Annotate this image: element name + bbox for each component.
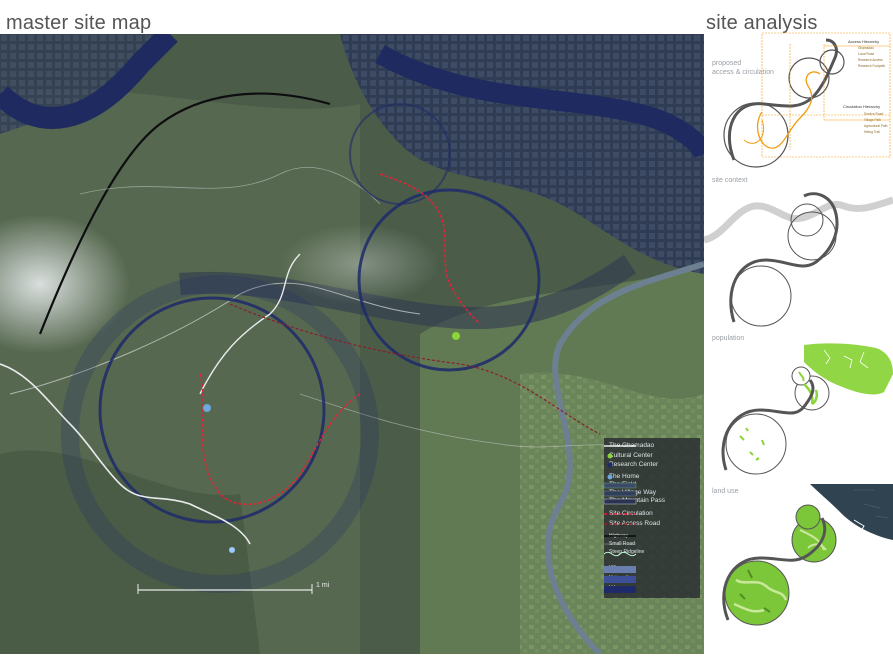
village-swatch-icon bbox=[604, 566, 636, 573]
navy-dot-icon bbox=[607, 462, 613, 468]
land-use-diagram bbox=[722, 484, 893, 626]
map-legend: The Ghamadao Cultural Center Research Ce… bbox=[604, 438, 700, 598]
field-marker bbox=[229, 547, 235, 553]
green-dot-icon bbox=[607, 453, 613, 459]
aerial-map-image bbox=[0, 34, 704, 654]
analysis-diagrams bbox=[704, 32, 893, 626]
cultural-center-marker bbox=[452, 332, 460, 340]
blue-dot-icon bbox=[607, 474, 613, 480]
master-site-map[interactable]: The Ghamadao Cultural Center Research Ce… bbox=[0, 34, 704, 654]
swatch-icon bbox=[604, 498, 637, 505]
circulation-diagram bbox=[723, 32, 891, 168]
map-title: master site map bbox=[6, 12, 152, 34]
university-swatch-icon bbox=[604, 576, 636, 583]
home-marker bbox=[203, 404, 211, 412]
scale-bar-label: 1 mi bbox=[316, 582, 330, 589]
swatch-icon bbox=[604, 482, 637, 489]
population-diagram bbox=[721, 343, 893, 475]
swatch-icon bbox=[604, 490, 637, 497]
urban-swatch-icon bbox=[604, 586, 636, 593]
context-diagram bbox=[704, 192, 893, 327]
wave-icon bbox=[604, 551, 637, 557]
